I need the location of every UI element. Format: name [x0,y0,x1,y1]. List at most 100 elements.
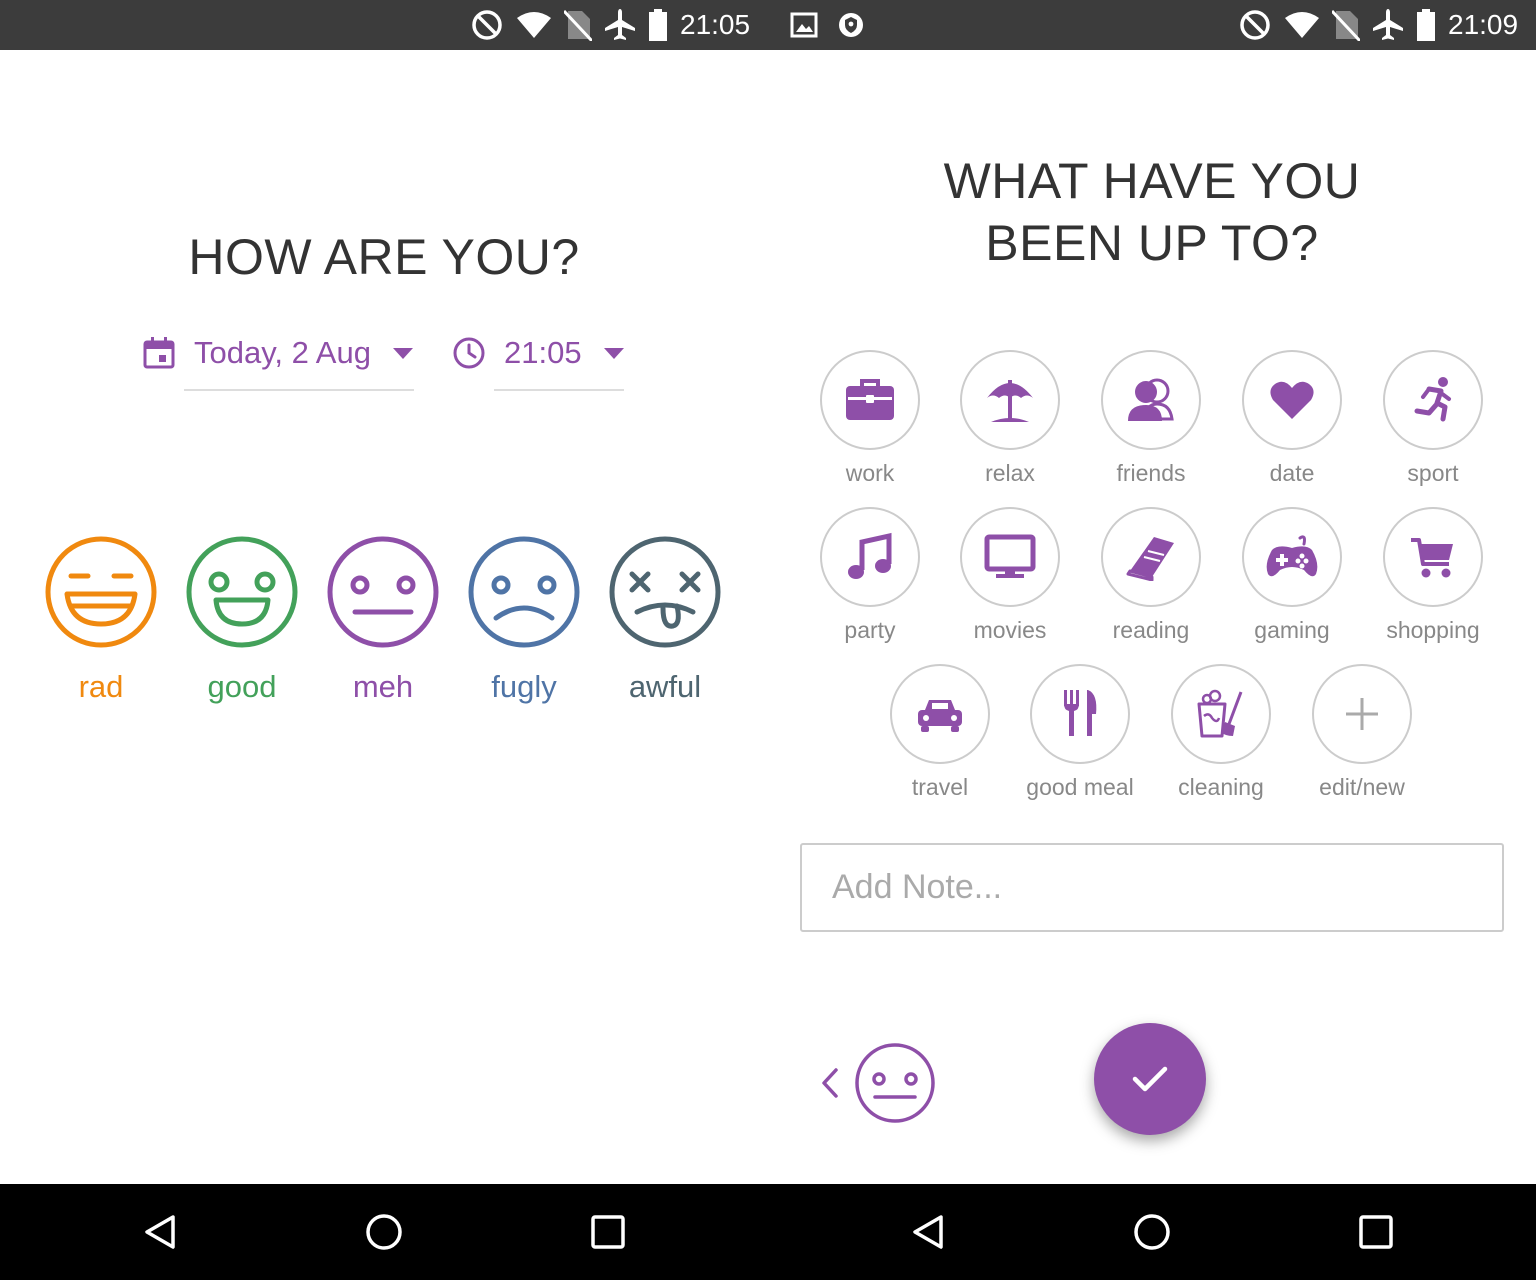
date-value: Today, 2 Aug [194,335,371,370]
activity-label: good meal [1026,774,1134,800]
wifi-icon [517,12,551,38]
fork-knife-icon [1064,690,1097,736]
recents-nav-button[interactable] [588,1212,628,1252]
status-bar: 21:05 21:09 [0,0,1536,50]
mood-screen: HOW ARE YOU? Today, 2 Aug 21:05 rad good… [0,50,768,1184]
no-sim-icon [564,9,592,41]
back-to-mood-button[interactable] [820,1040,950,1125]
briefcase-icon [846,379,894,420]
mood-awful[interactable]: awful [605,532,725,705]
activity-button[interactable] [960,350,1060,450]
activity-label: travel [911,774,969,800]
activity-movies[interactable]: movies [935,507,1085,644]
mood-fugly[interactable]: fugly [464,532,584,705]
activity-button[interactable] [960,507,1060,607]
status-time: 21:09 [1448,9,1519,40]
cart-icon [1411,538,1453,578]
mood-meh[interactable]: meh [323,532,443,705]
do-not-disturb-icon [1240,10,1270,40]
activity-button[interactable] [1383,350,1483,450]
good-face-icon [186,536,298,648]
book-icon [1126,537,1174,581]
activity-reading[interactable]: reading [1076,507,1226,644]
activity-button[interactable] [1312,664,1412,764]
home-nav-button[interactable] [1132,1212,1172,1252]
chevron-left-icon [822,1067,838,1098]
back-triangle-icon [913,1215,943,1249]
friends-icon [1128,378,1174,421]
activity-label: date [1269,460,1315,486]
image-notification-icon [790,12,818,38]
checkmark-icon [1132,1066,1168,1092]
shield-notification-icon [839,13,863,37]
mood-rad[interactable]: rad [41,532,161,705]
activity-gaming[interactable]: gaming [1217,507,1367,644]
beach-umbrella-icon [987,380,1033,422]
heart-icon [1270,381,1314,419]
mood-label: meh [352,669,414,704]
fugly-face-icon [468,536,580,648]
time-picker[interactable]: 21:05 [452,325,624,381]
status-icons-left: 21:05 [470,0,750,50]
activity-label: party [844,617,896,643]
mood-good[interactable]: good [182,532,302,705]
airplane-mode-icon [1373,9,1403,40]
notification-icons [790,0,864,50]
activities-screen: WHAT HAVE YOU BEEN UP TO? work relax fri… [768,50,1536,1184]
activity-date[interactable]: date [1217,350,1367,487]
title-line-2: BEEN UP TO? [985,215,1319,271]
activity-relax[interactable]: relax [935,350,1085,487]
activity-button[interactable] [890,664,990,764]
do-not-disturb-icon [472,10,502,40]
save-button[interactable] [1094,1023,1206,1135]
activity-button[interactable] [820,350,920,450]
activity-label: gaming [1254,617,1330,643]
meh-face-icon [855,1042,935,1123]
mood-label: good [207,669,277,704]
add-note-input[interactable] [800,843,1504,932]
recents-nav-button[interactable] [1356,1212,1396,1252]
activity-button[interactable] [1383,507,1483,607]
time-underline [494,389,624,391]
running-icon [1414,377,1451,422]
back-nav-button[interactable] [908,1212,948,1252]
no-sim-icon [1332,9,1360,41]
activity-friends[interactable]: friends [1076,350,1226,487]
back-triangle-icon [145,1215,175,1249]
activity-party[interactable]: party [795,507,945,644]
activity-button[interactable] [820,507,920,607]
calendar-icon [143,337,175,369]
activity-cleaning[interactable]: cleaning [1146,664,1296,801]
car-icon [918,700,962,732]
airplane-mode-icon [605,9,635,40]
gamepad-icon [1266,535,1318,577]
activity-button[interactable] [1101,350,1201,450]
back-nav-button[interactable] [140,1212,180,1252]
activity-button[interactable] [1101,507,1201,607]
battery-icon [649,9,667,41]
home-circle-icon [1134,1214,1170,1250]
home-circle-icon [366,1214,402,1250]
activity-label: friends [1116,460,1186,486]
mood-label: awful [628,669,702,704]
wifi-icon [1285,12,1319,38]
activity-shopping[interactable]: shopping [1358,507,1508,644]
rad-face-icon [45,536,157,648]
activity-edit-new[interactable]: edit/new [1287,664,1437,801]
activity-work[interactable]: work [795,350,945,487]
activity-sport[interactable]: sport [1358,350,1508,487]
home-nav-button[interactable] [364,1212,404,1252]
chevron-down-icon [392,347,413,359]
activity-button[interactable] [1242,507,1342,607]
activity-good-meal[interactable]: good meal [1005,664,1155,801]
activity-label: work [845,460,895,486]
activity-button[interactable] [1242,350,1342,450]
activity-button[interactable] [1030,664,1130,764]
date-picker[interactable]: Today, 2 Aug [142,325,413,381]
activity-button[interactable] [1171,664,1271,764]
page-title: WHAT HAVE YOU BEEN UP TO? [768,150,1536,274]
battery-icon [1417,9,1435,41]
page-title: HOW ARE YOU? [188,229,580,285]
cleaning-icon [1197,689,1243,738]
activity-travel[interactable]: travel [865,664,1015,801]
